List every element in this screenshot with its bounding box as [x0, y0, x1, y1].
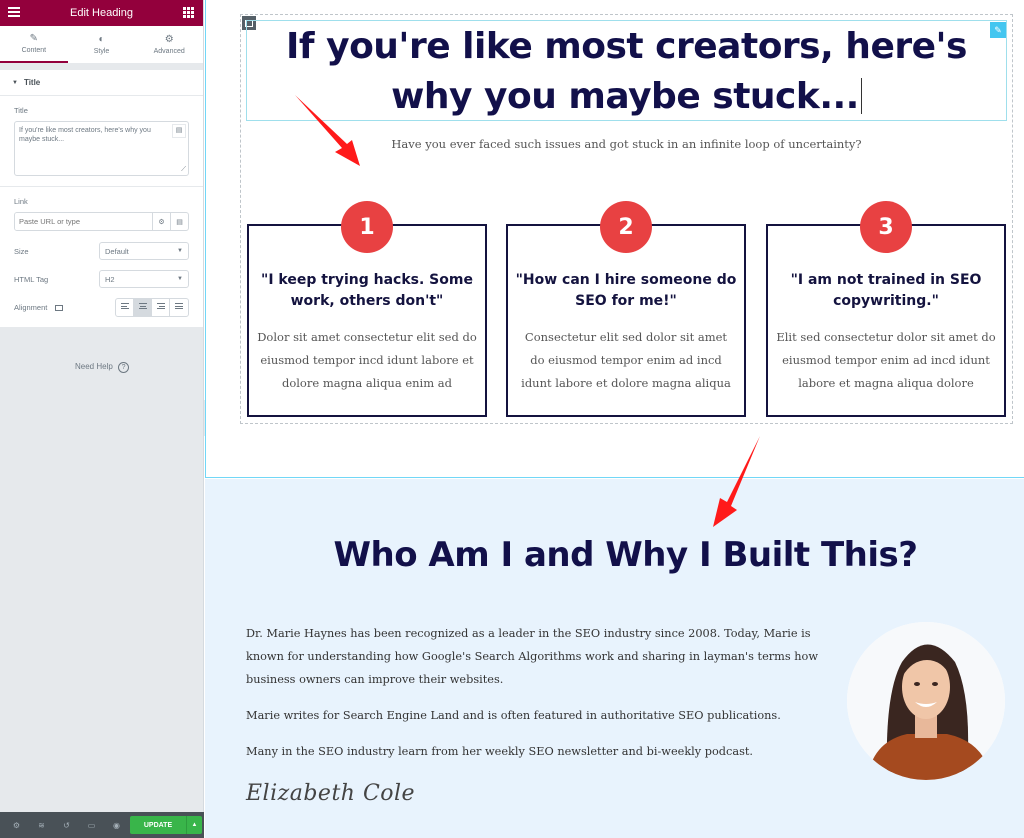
history-icon[interactable]: ↺: [54, 821, 79, 830]
caret-down-icon: ▼: [12, 79, 18, 86]
main-heading[interactable]: If you're like most creators, here's why…: [246, 22, 1007, 122]
controls-panel: ▼ Title Title If you're like most creato…: [0, 64, 203, 327]
sidebar-header: Edit Heading: [0, 0, 203, 26]
card-title: "I keep trying hacks. Some work, others …: [261, 272, 473, 309]
tab-content[interactable]: ✎ Content: [0, 26, 68, 63]
align-center-button[interactable]: [134, 298, 152, 316]
tab-advanced[interactable]: ⚙ Advanced: [135, 26, 203, 63]
alignment-label-text: Alignment: [14, 302, 48, 312]
card-body: Elit sed consectetur dolor sit amet do e…: [776, 330, 996, 390]
update-button[interactable]: UPDATE: [130, 816, 186, 834]
tab-label: Advanced: [153, 47, 185, 55]
about-paragraph: Marie writes for Search Engine Land and …: [246, 709, 781, 722]
align-right-icon: [156, 303, 165, 311]
about-paragraph: Many in the SEO industry learn from her …: [246, 745, 754, 758]
link-label: Link: [14, 197, 28, 206]
menu-icon[interactable]: [8, 7, 20, 19]
panel-tabs: ✎ Content ◐ Style ⚙ Advanced: [0, 26, 203, 64]
align-left-button[interactable]: [116, 298, 134, 316]
problem-card: 1 "I keep trying hacks. Some work, other…: [247, 201, 487, 417]
align-left-icon: [120, 303, 129, 311]
sidebar-footer: ⚙ ≋ ↺ ▭ ◉ UPDATE ▲: [0, 812, 204, 838]
responsive-icon[interactable]: ▭: [79, 821, 104, 830]
need-help-link[interactable]: Need Help ?: [0, 362, 204, 373]
tab-label: Style: [93, 47, 110, 55]
text-cursor: [860, 78, 862, 114]
author-portrait: [847, 622, 1005, 780]
title-control: Title If you're like most creators, here…: [0, 96, 203, 176]
link-input[interactable]: [15, 213, 152, 230]
signature: Elizabeth Cole: [246, 781, 416, 806]
size-label: Size: [14, 246, 29, 256]
size-select[interactable]: Default ▼: [99, 242, 189, 260]
card-body: Dolor sit amet consectetur elit sed do e…: [257, 330, 477, 390]
chevron-down-icon: ▼: [177, 276, 183, 282]
card-number-badge: 3: [860, 201, 912, 253]
section-title-toggle[interactable]: ▼ Title: [0, 64, 203, 96]
dynamic-tags-icon[interactable]: ▤: [170, 213, 188, 230]
problem-card: 3 "I am not trained in SEO copywriting."…: [766, 201, 1006, 417]
editor-sidebar: Edit Heading ✎ Content ◐ Style ⚙ Advance…: [0, 0, 204, 838]
main-heading-text: If you're like most creators, here's why…: [286, 26, 967, 117]
html-tag-select[interactable]: H2 ▼: [99, 270, 189, 288]
edit-widget-pencil-icon[interactable]: ✎: [990, 22, 1006, 38]
alignment-choices: [115, 297, 189, 317]
card-body: Consectetur elit sed dolor sit amet do e…: [521, 330, 731, 390]
align-center-icon: [138, 303, 147, 311]
link-options-gear-icon[interactable]: ⚙: [152, 213, 170, 230]
preview-icon[interactable]: ◉: [104, 821, 129, 830]
divider: [0, 186, 203, 187]
alignment-label: Alignment: [14, 302, 64, 312]
tab-style[interactable]: ◐ Style: [68, 26, 136, 63]
layers-icon[interactable]: ≋: [29, 821, 54, 830]
gear-icon: ⚙: [164, 33, 174, 45]
link-control: Link ⚙ ▤: [0, 197, 203, 231]
title-label: Title: [14, 106, 28, 115]
card-title: "How can I hire someone do SEO for me!": [515, 272, 737, 309]
align-right-button[interactable]: [152, 298, 170, 316]
elementor-editor: Edit Heading ✎ Content ◐ Style ⚙ Advance…: [0, 0, 1024, 838]
about-section[interactable]: Who Am I and Why I Built This? Dr. Marie…: [205, 479, 1024, 838]
html-tag-value: H2: [105, 274, 115, 284]
settings-icon[interactable]: ⚙: [4, 821, 29, 830]
help-icon: ?: [118, 362, 130, 373]
widgets-grid-icon[interactable]: [183, 7, 194, 18]
card-number-badge: 2: [600, 201, 652, 253]
title-textarea[interactable]: If you're like most creators, here's why…: [14, 121, 189, 176]
pencil-icon: ✎: [29, 32, 39, 44]
about-paragraph: Dr. Marie Haynes has been recognized as …: [246, 627, 819, 686]
problem-card: 2 "How can I hire someone do SEO for me!…: [506, 201, 746, 417]
about-heading: Who Am I and Why I Built This?: [333, 535, 918, 575]
problems-section[interactable]: If you're like most creators, here's why…: [205, 0, 1024, 478]
section-subtitle: Have you ever faced such issues and got …: [391, 137, 862, 151]
card-number-badge: 1: [341, 201, 393, 253]
layout-controls: Size Default ▼ HTML Tag H2 ▼ Alignment: [0, 241, 203, 327]
need-help-text: Need Help: [74, 362, 113, 371]
dynamic-tags-icon[interactable]: ▤: [172, 124, 186, 138]
card-title: "I am not trained in SEO copywriting.": [790, 272, 982, 309]
update-options-caret-icon[interactable]: ▲: [186, 816, 202, 834]
tab-label: Content: [21, 46, 47, 54]
sidebar-title: Edit Heading: [70, 7, 133, 19]
html-tag-label: HTML Tag: [14, 274, 49, 284]
size-value: Default: [105, 246, 129, 256]
preview-canvas: If you're like most creators, here's why…: [205, 0, 1024, 838]
title-textarea-value: If you're like most creators, here's why…: [19, 127, 151, 144]
section-title: Title: [23, 78, 41, 87]
contrast-icon: ◐: [98, 33, 105, 45]
chevron-down-icon: ▼: [177, 248, 183, 254]
resize-handle-icon[interactable]: ⟋: [181, 165, 186, 174]
align-justify-icon: [175, 303, 183, 311]
portrait-image: [847, 622, 1005, 780]
align-justify-button[interactable]: [170, 299, 188, 316]
desktop-icon[interactable]: [55, 304, 64, 311]
